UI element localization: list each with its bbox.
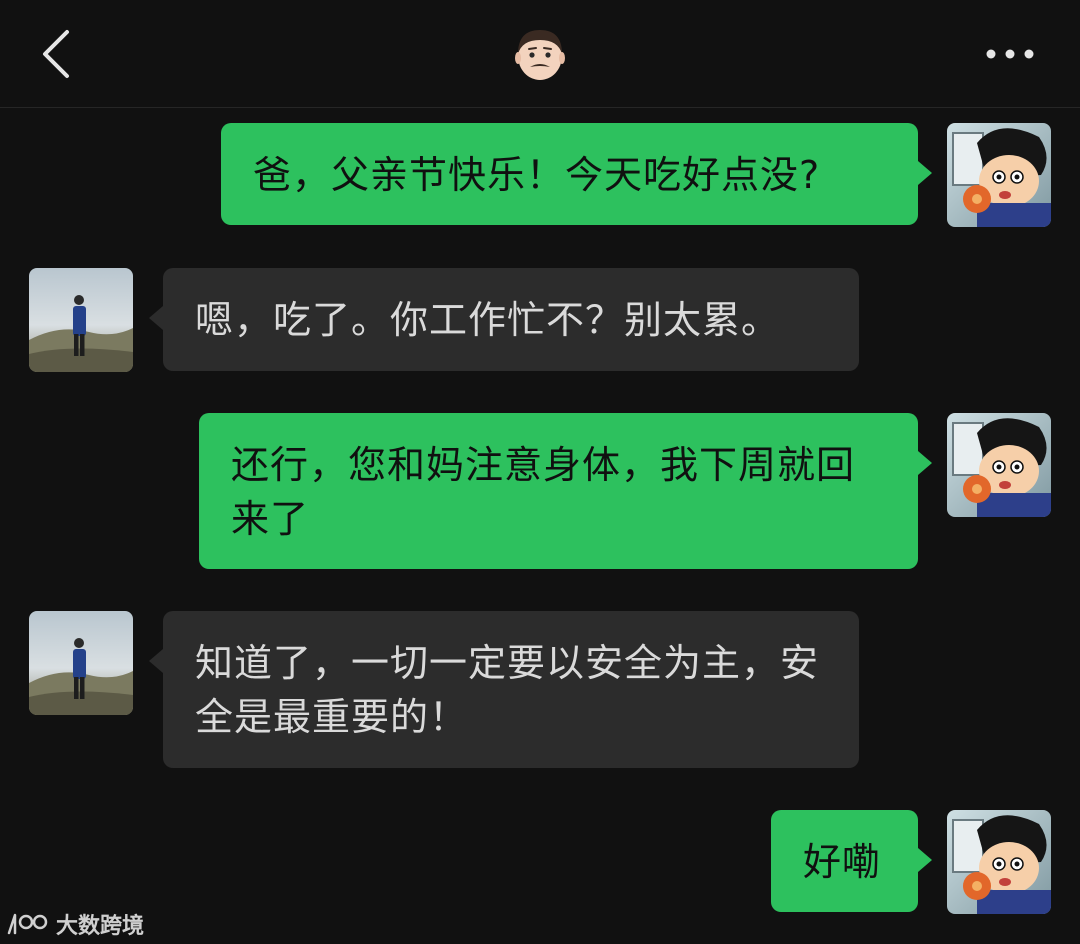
back-button[interactable] [28,22,84,86]
message-bubble-received[interactable]: 知道了，一切一定要以安全为主，安全是最重要的！ [149,611,859,768]
more-options-button[interactable] [972,28,1048,80]
chevron-left-icon [43,30,69,78]
message-bubble-received[interactable]: 嗯，吃了。你工作忙不？别太累。 [149,268,859,371]
contact-avatar[interactable] [29,611,133,715]
message-text: 知道了，一切一定要以安全为主，安全是最重要的！ [195,641,820,739]
message-bubble-sent[interactable]: 还行，您和妈注意身体，我下周就回来了 [199,413,932,569]
chat-header [0,0,1080,108]
contact-avatar[interactable] [29,268,133,372]
more-dots-icon [986,49,1034,59]
message-text: 好嘞 [803,840,882,884]
self-avatar[interactable] [947,413,1051,517]
contact-title [490,24,590,84]
watermark-text: 大数跨境 [56,914,145,939]
chat-area[interactable]: 爸，父亲节快乐！今天吃好点没? 嗯，吃了。你工作忙不？别太累。 还行，您和妈注意… [0,108,1080,944]
message-bubble-sent[interactable]: 爸，父亲节快乐！今天吃好点没? [221,123,932,225]
message-bubble-sent[interactable]: 好嘞 [771,810,932,912]
message-text: 爸，父亲节快乐！今天吃好点没? [253,153,821,197]
watermark-logo-icon [7,913,48,935]
watermark: 大数跨境 [6,904,144,944]
man-face-icon [515,30,565,80]
self-avatar[interactable] [947,123,1051,227]
self-avatar[interactable] [947,810,1051,914]
message-text: 嗯，吃了。你工作忙不？别太累。 [195,298,781,342]
message-text: 还行，您和妈注意身体，我下周就回来了 [231,443,856,541]
